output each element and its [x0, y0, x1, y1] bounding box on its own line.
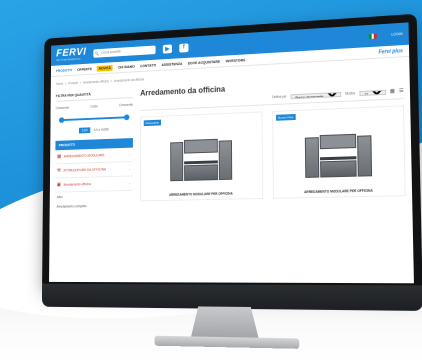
nav-item-novita[interactable]: NOVITÀ: [97, 64, 113, 72]
italy-flag-icon[interactable]: [368, 33, 377, 39]
nav-item-investors[interactable]: INVESTORS: [226, 58, 246, 63]
youtube-icon[interactable]: ▶: [162, 43, 172, 54]
nav-item-prodotti[interactable]: PRODOTTI: [56, 68, 72, 73]
product-name[interactable]: ARREDAMENTO MODULARE PER OFFICINA: [277, 182, 402, 195]
slider-min-handle[interactable]: [59, 117, 65, 124]
list-view-icon[interactable]: ☰: [399, 88, 404, 94]
nav-item-chi-siamo[interactable]: CHI SIAMO: [118, 64, 135, 69]
chevron-down-icon: ⌄: [128, 166, 132, 171]
main-content: Arredamento da officina Ordina per Prezz…: [140, 74, 406, 210]
cart-icon: ▣: [56, 182, 61, 188]
fervi-logo[interactable]: FERVI the Smart Equipment: [56, 46, 86, 62]
sidebar-item-label: Arredamento officina: [63, 182, 91, 187]
price-range: 0,00 4.0 x 0,000: [55, 123, 132, 137]
product-badge: Nuovo Disp.: [276, 113, 297, 121]
range-to: 4.0 x 0,000: [93, 127, 109, 132]
cabinet-icon: ▦: [57, 153, 62, 160]
product-image[interactable]: [146, 127, 258, 182]
price-label: Crescente: [119, 102, 133, 108]
nav-item-assistenza[interactable]: ASSISTENZA: [162, 61, 183, 66]
grid-view-icon[interactable]: ▦: [390, 88, 395, 94]
nav-item-offerte[interactable]: OFFERTE: [77, 67, 92, 72]
chevron-down-icon: ⌄: [128, 181, 132, 186]
breadcrumb-arredamento[interactable]: Arredamento officina: [83, 79, 109, 84]
product-badge: Disponibile: [143, 119, 161, 127]
nav-item-contatti[interactable]: CONTATTI: [140, 63, 156, 68]
breadcrumb-separator: >: [64, 81, 67, 86]
product-name[interactable]: ARREDAMENTO MODULARE PER OFFICINA: [144, 185, 260, 197]
breadcrumb-home[interactable]: Home: [56, 82, 63, 86]
sidebar-item-label: ATTREZZATURE DA OFFICINA: [63, 167, 106, 173]
breadcrumb-separator: >: [110, 79, 113, 84]
search-box: 🔍: [93, 45, 156, 58]
search-icon[interactable]: 🔍: [95, 50, 99, 55]
product-grid: Disponibile ARREDAMENTO MODULARE PER OFF…: [140, 99, 406, 202]
breadcrumb-current: Arredamento da officina: [113, 77, 145, 83]
slider-track: [59, 116, 130, 122]
product-card[interactable]: Disponibile ARREDAMENTO MODULARE PER OFF…: [140, 111, 264, 202]
sidebar-item-label: ARREDAMENTO MODULARE: [63, 153, 105, 159]
product-image[interactable]: [278, 122, 399, 179]
account-link[interactable]: LOGIN: [391, 32, 402, 37]
chevron-down-icon: ⌄: [128, 152, 132, 157]
range-from[interactable]: 0,00: [79, 127, 91, 134]
website-screen: FERVI the Smart Equipment 🔍 ▶ f LOGIN PR…: [49, 22, 414, 284]
breadcrumb-prodotti[interactable]: Prodotti: [68, 81, 78, 85]
order-select[interactable]: Prezzo decrescente: [290, 91, 342, 99]
show-label: Mostra: [345, 91, 356, 96]
price-labels: Crescente Costo Crescente: [56, 98, 133, 115]
price-label: Costo: [90, 104, 98, 109]
order-label: Ordina per: [271, 94, 287, 100]
page-content: FILTRA PER QUANTITÀ Crescente Costo Cres…: [50, 73, 413, 211]
search-input[interactable]: [101, 47, 154, 55]
product-card[interactable]: Nuovo Disp. ARREDAMENTO MODULARE PER OFF…: [272, 105, 406, 199]
facebook-icon[interactable]: f: [179, 42, 189, 53]
monitor: FERVI the Smart Equipment 🔍 ▶ f LOGIN PR…: [31, 0, 422, 349]
slider-max-handle[interactable]: [123, 114, 130, 121]
logo-tagline: the Smart Equipment: [56, 56, 81, 62]
nav-item-dove-acquistare[interactable]: DOVE ACQUISTARE: [188, 59, 220, 65]
show-select[interactable]: 12: [359, 89, 386, 96]
breadcrumb-separator: >: [79, 80, 82, 85]
fervi-plus-logo[interactable]: Fervi plus: [378, 48, 402, 55]
sidebar-plain-item[interactable]: Arredamento completo: [55, 201, 133, 212]
price-label: Crescente: [55, 105, 70, 111]
sidebar: FILTRA PER QUANTITÀ Crescente Costo Cres…: [55, 87, 134, 212]
tools-icon: ⚒: [56, 167, 61, 174]
